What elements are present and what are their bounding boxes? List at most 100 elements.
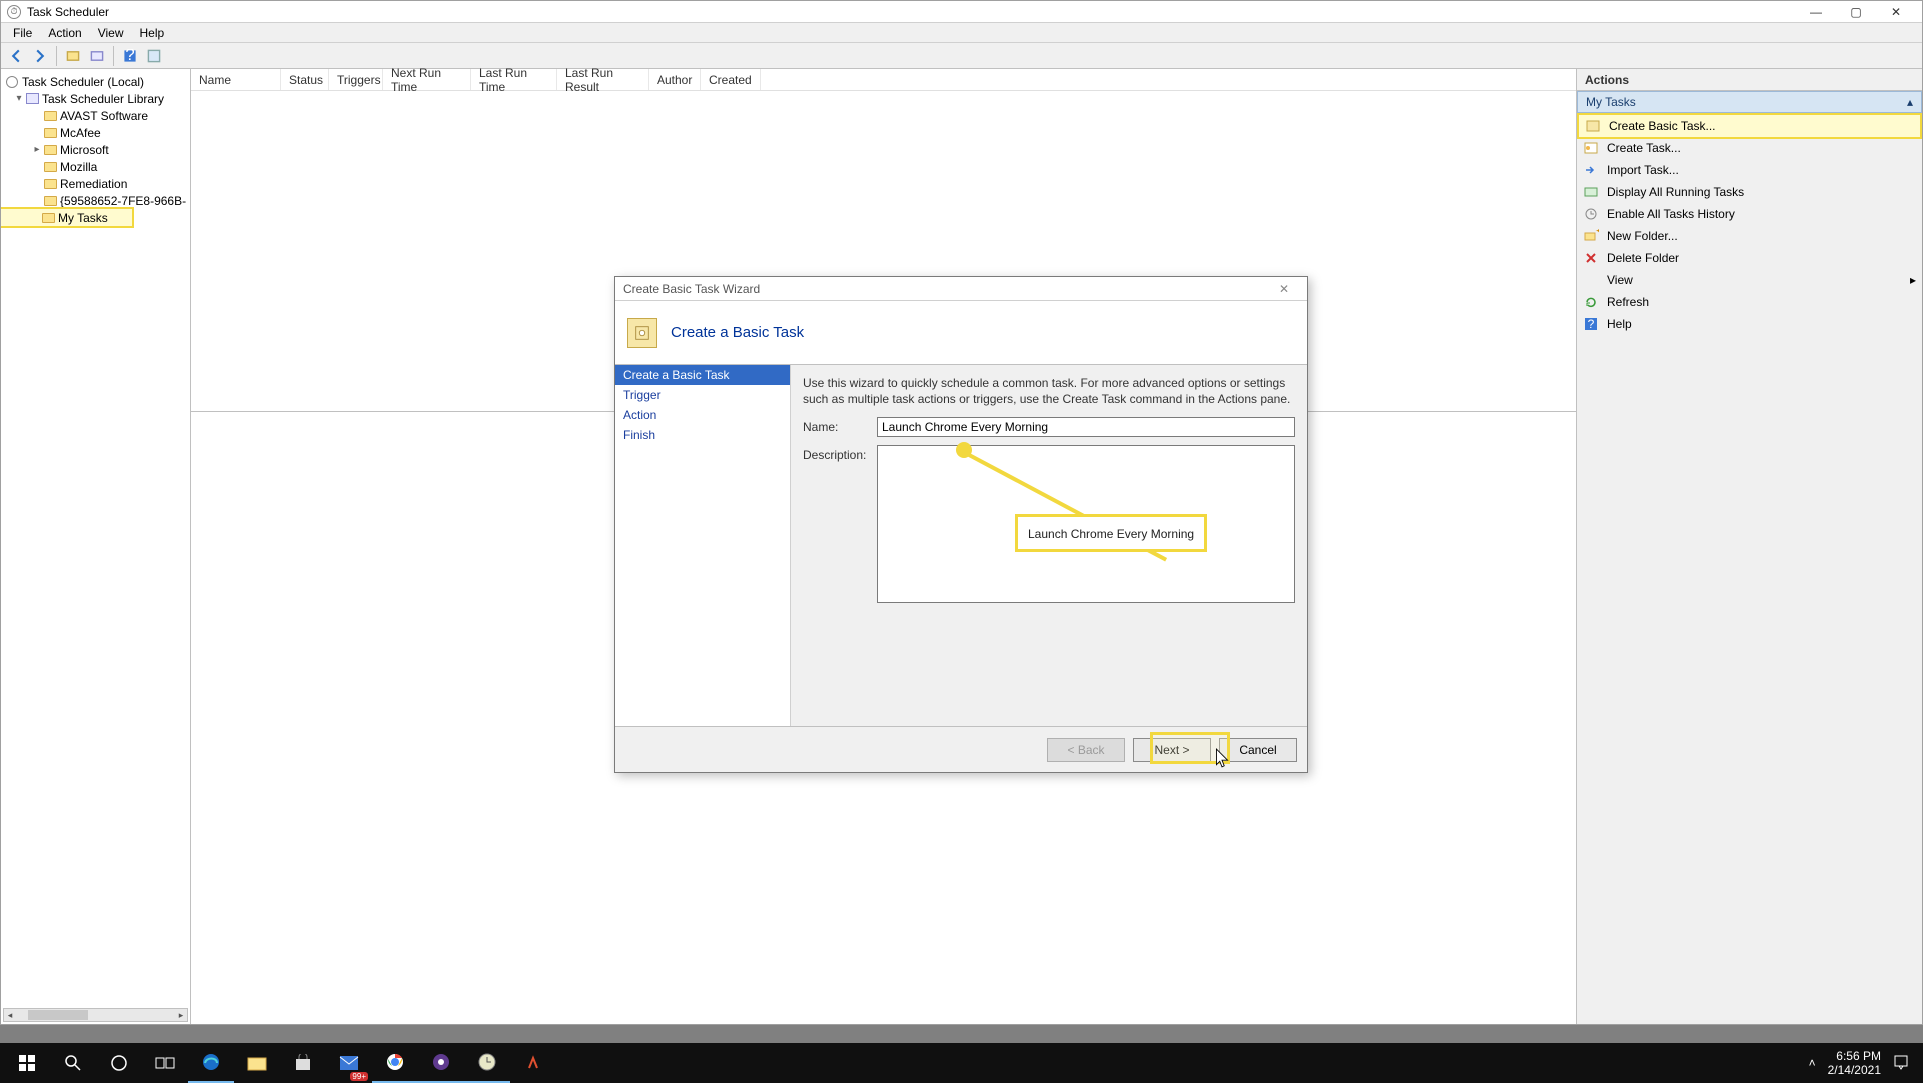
action-help[interactable]: ? Help	[1577, 313, 1922, 335]
menu-view[interactable]: View	[90, 26, 132, 40]
toolbar: ?	[1, 43, 1922, 69]
start-button[interactable]	[4, 1043, 50, 1083]
wizard-step-trigger[interactable]: Trigger	[615, 385, 790, 405]
collapse-icon[interactable]: ▴	[1907, 95, 1913, 109]
tree-item-mozilla[interactable]: Mozilla	[1, 158, 190, 175]
help-icon: ?	[1583, 316, 1599, 332]
col-lastresult[interactable]: Last Run Result	[557, 69, 649, 90]
action-import-task[interactable]: Import Task...	[1577, 159, 1922, 181]
close-button[interactable]: ✕	[1876, 2, 1916, 22]
scroll-left-icon[interactable]: ◂	[4, 1009, 16, 1021]
wizard-nav: Create a Basic Task Trigger Action Finis…	[615, 365, 791, 726]
history-icon	[1583, 206, 1599, 222]
wizard-step-finish[interactable]: Finish	[615, 425, 790, 445]
mail-badge: 99+	[350, 1072, 368, 1081]
tree-item-mytasks[interactable]: My Tasks	[1, 209, 132, 226]
col-nextrun[interactable]: Next Run Time	[383, 69, 471, 90]
taskbar-scheduler[interactable]	[464, 1043, 510, 1083]
notifications-icon[interactable]	[1893, 1054, 1909, 1073]
tree-root[interactable]: Task Scheduler (Local)	[1, 73, 190, 90]
tree-item-guid[interactable]: {59588652-7FE8-966B-	[1, 192, 190, 209]
scroll-right-icon[interactable]: ▸	[175, 1009, 187, 1021]
col-author[interactable]: Author	[649, 69, 701, 90]
tree-item-microsoft[interactable]: ▸ Microsoft	[1, 141, 190, 158]
action-label: Create Task...	[1607, 141, 1681, 155]
action-label: Create Basic Task...	[1609, 119, 1716, 133]
col-created[interactable]: Created	[701, 69, 761, 90]
expand-icon[interactable]: ▾	[13, 93, 25, 104]
minimize-button[interactable]: ―	[1796, 2, 1836, 22]
dialog-footer: < Back Next > Cancel	[615, 726, 1307, 772]
taskbar-explorer[interactable]	[234, 1043, 280, 1083]
import-icon	[1583, 162, 1599, 178]
nav-back-button[interactable]	[5, 45, 27, 67]
col-lastrun[interactable]: Last Run Time	[471, 69, 557, 90]
tree-scrollbar[interactable]: ◂ ▸	[3, 1008, 188, 1022]
svg-text:?: ?	[125, 49, 134, 63]
library-icon	[25, 92, 39, 106]
action-view[interactable]: View ▸	[1577, 269, 1922, 291]
tree-item-avast[interactable]: AVAST Software	[1, 107, 190, 124]
toolbar-properties-button[interactable]	[143, 45, 165, 67]
taskbar-edge[interactable]	[188, 1043, 234, 1083]
action-display-running[interactable]: Display All Running Tasks	[1577, 181, 1922, 203]
menu-file[interactable]: File	[5, 26, 40, 40]
tray-time: 6:56 PM	[1828, 1049, 1881, 1063]
annotation-callout: Launch Chrome Every Morning	[1015, 514, 1207, 552]
action-refresh[interactable]: Refresh	[1577, 291, 1922, 313]
wizard-icon	[1585, 118, 1601, 134]
taskbar-app[interactable]	[510, 1043, 556, 1083]
system-tray: ˄ 6:56 PM 2/14/2021	[1809, 1049, 1919, 1078]
wizard-step-create-basic[interactable]: Create a Basic Task	[615, 365, 790, 385]
scroll-thumb[interactable]	[28, 1010, 88, 1020]
toolbar-action2[interactable]	[86, 45, 108, 67]
action-delete-folder[interactable]: Delete Folder	[1577, 247, 1922, 269]
action-enable-history[interactable]: Enable All Tasks History	[1577, 203, 1922, 225]
tray-clock[interactable]: 6:56 PM 2/14/2021	[1828, 1049, 1881, 1078]
action-label: Import Task...	[1607, 163, 1679, 177]
tray-date: 2/14/2021	[1828, 1063, 1881, 1077]
next-button[interactable]: Next >	[1133, 738, 1211, 762]
taskbar-mail[interactable]: 99+	[326, 1043, 372, 1083]
maximize-button[interactable]: ▢	[1836, 2, 1876, 22]
menu-action[interactable]: Action	[40, 26, 89, 40]
expand-icon[interactable]: ▸	[31, 144, 43, 155]
col-triggers[interactable]: Triggers	[329, 69, 383, 90]
action-new-folder[interactable]: ✦ New Folder...	[1577, 225, 1922, 247]
folder-icon	[43, 109, 57, 123]
col-status[interactable]: Status	[281, 69, 329, 90]
tree-label: AVAST Software	[60, 109, 148, 123]
cancel-button[interactable]: Cancel	[1219, 738, 1297, 762]
cortana-button[interactable]	[96, 1043, 142, 1083]
app-icon: ⏱	[7, 5, 21, 19]
toolbar-help-button[interactable]: ?	[119, 45, 141, 67]
action-create-basic-task[interactable]: Create Basic Task...	[1579, 115, 1920, 137]
action-create-task[interactable]: Create Task...	[1577, 137, 1922, 159]
annotation-text: Launch Chrome Every Morning	[1028, 527, 1194, 541]
wizard-intro-text: Use this wizard to quickly schedule a co…	[803, 375, 1295, 407]
taskview-button[interactable]	[142, 1043, 188, 1083]
back-button: < Back	[1047, 738, 1125, 762]
name-input[interactable]	[877, 417, 1295, 437]
tree-item-mcafee[interactable]: McAfee	[1, 124, 190, 141]
tree-item-remediation[interactable]: Remediation	[1, 175, 190, 192]
tree-label: Microsoft	[60, 143, 109, 157]
taskbar-chrome2[interactable]	[418, 1043, 464, 1083]
running-icon	[1583, 184, 1599, 200]
titlebar: ⏱ Task Scheduler ― ▢ ✕	[1, 1, 1922, 23]
nav-forward-button[interactable]	[29, 45, 51, 67]
dialog-close-button[interactable]: ✕	[1269, 282, 1299, 296]
folder-icon	[43, 177, 57, 191]
taskbar-chrome1[interactable]	[372, 1043, 418, 1083]
menubar: File Action View Help	[1, 23, 1922, 43]
toolbar-action1[interactable]	[62, 45, 84, 67]
tray-expand-icon[interactable]: ˄	[1809, 1056, 1816, 1070]
menu-help[interactable]: Help	[132, 26, 173, 40]
actions-section-label: My Tasks	[1586, 95, 1636, 109]
tree-library[interactable]: ▾ Task Scheduler Library	[1, 90, 190, 107]
search-button[interactable]	[50, 1043, 96, 1083]
col-name[interactable]: Name	[191, 69, 281, 90]
action-label: Display All Running Tasks	[1607, 185, 1744, 199]
taskbar-store[interactable]	[280, 1043, 326, 1083]
wizard-step-action[interactable]: Action	[615, 405, 790, 425]
